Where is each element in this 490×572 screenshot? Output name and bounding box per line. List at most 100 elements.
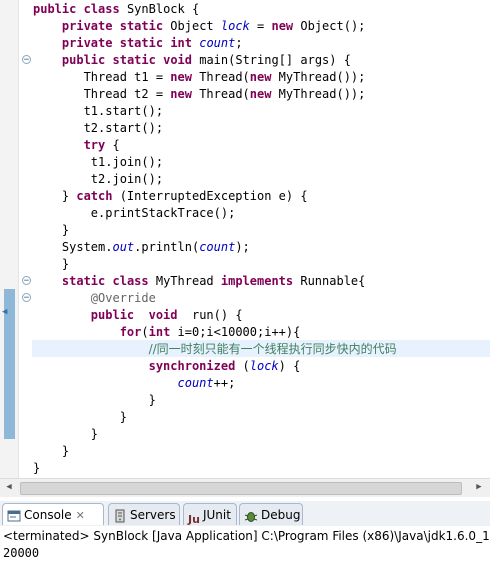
code-text: Thread t2 = — [83, 87, 171, 101]
fold-collapse-icon[interactable]: − — [22, 293, 31, 303]
code-line[interactable]: //同一时刻只能有一个线程执行同步快内的代码 — [33, 341, 397, 358]
code-field: count — [199, 36, 236, 50]
code-text: ) { — [278, 359, 301, 373]
code-keyword: private — [61, 19, 113, 33]
code-line[interactable]: synchronized (lock) { — [33, 358, 301, 375]
code-line[interactable]: static class MyThread implements Runnabl… — [33, 273, 365, 290]
code-text: { — [105, 138, 120, 152]
code-editor[interactable]: ◀ − − − public class SynBlock { private … — [0, 0, 490, 478]
code-line[interactable]: private static Object lock = new Object(… — [33, 18, 366, 35]
close-icon[interactable]: ✕ — [76, 509, 85, 522]
code-line[interactable]: public class SynBlock { — [33, 1, 199, 18]
code-keyword: class — [83, 2, 120, 16]
code-text: } — [33, 461, 41, 475]
code-line[interactable]: } — [33, 409, 127, 426]
code-line[interactable]: t1.join(); — [33, 154, 163, 171]
code-text: t1.start(); — [83, 104, 164, 118]
code-line[interactable]: t1.start(); — [33, 103, 163, 120]
code-line[interactable]: System.out.println(count); — [33, 239, 250, 256]
code-keyword: new — [249, 70, 272, 84]
code-text: } — [61, 444, 70, 458]
code-text: SynBlock { — [119, 2, 200, 16]
code-line[interactable]: e.printStackTrace(); — [33, 205, 236, 222]
code-line[interactable]: } — [33, 222, 69, 239]
current-line-marker-icon: ◀ — [2, 307, 8, 317]
code-line[interactable]: try { — [33, 137, 120, 154]
code-line[interactable]: } — [33, 426, 98, 443]
code-text: i=0;i<10000;i++){ — [170, 325, 301, 339]
code-keyword: new — [170, 87, 192, 101]
code-line[interactable]: } — [33, 460, 40, 477]
code-text: Object — [163, 19, 221, 33]
code-keyword: void — [163, 53, 192, 67]
code-text: main(String[] args) { — [192, 53, 351, 67]
scroll-left-icon[interactable]: ◀ — [2, 481, 16, 494]
fold-collapse-icon[interactable]: − — [22, 276, 31, 286]
code-text: ( — [141, 325, 149, 339]
code-keyword: private — [61, 36, 113, 50]
code-text: Runnable{ — [293, 274, 366, 288]
code-line[interactable]: Thread t2 = new Thread(new MyThread()); — [33, 86, 366, 103]
code-keyword: public — [61, 53, 106, 67]
code-keyword: new — [170, 70, 192, 84]
code-text: e.printStackTrace(); — [90, 206, 236, 220]
code-text: } — [90, 427, 99, 441]
code-field: count — [177, 376, 214, 390]
servers-icon — [113, 509, 127, 523]
code-keyword: static — [61, 274, 106, 288]
code-text: .println( — [134, 240, 200, 254]
code-line[interactable]: for(int i=0;i<10000;i++){ — [33, 324, 301, 341]
code-line[interactable]: t2.join(); — [33, 171, 163, 188]
code-text: } — [61, 257, 70, 271]
code-text: } — [148, 393, 156, 407]
scrollbar-thumb[interactable] — [20, 482, 462, 495]
code-text: } — [61, 223, 70, 237]
tab-debug[interactable]: Debug — [239, 503, 303, 525]
tab-servers[interactable]: Servers — [108, 503, 180, 525]
code-field: out — [112, 240, 135, 254]
code-text: MyThread()); — [271, 87, 366, 101]
code-text: t2.start(); — [83, 121, 164, 135]
code-line[interactable]: } catch (InterruptedException e) { — [33, 188, 308, 205]
code-text: ( — [235, 359, 250, 373]
code-keyword: public — [90, 308, 135, 322]
code-line[interactable]: t2.start(); — [33, 120, 163, 137]
code-text: } — [119, 410, 127, 424]
code-text: t2.join(); — [90, 172, 164, 186]
code-keyword: public — [33, 2, 77, 16]
code-keyword: static — [119, 19, 164, 33]
fold-collapse-icon[interactable]: − — [22, 55, 31, 65]
tab-junit[interactable]: Ju JUnit — [183, 503, 237, 526]
view-tab-bar: Console ✕ Servers Ju JUnit Debug — [0, 501, 490, 527]
horizontal-scrollbar[interactable]: ◀ ▶ — [0, 478, 490, 497]
code-annotation: @Override — [90, 291, 156, 305]
code-comment: //同一时刻只能有一个线程执行同步快内的代码 — [148, 342, 397, 356]
code-text: } — [61, 189, 77, 203]
tab-label: Servers — [130, 508, 176, 522]
code-line[interactable]: count++; — [33, 375, 236, 392]
code-line[interactable]: } — [33, 392, 156, 409]
code-field: lock — [220, 19, 250, 33]
code-line[interactable]: private static int count; — [33, 35, 243, 52]
code-line[interactable]: } — [33, 443, 69, 460]
code-line[interactable]: public static void main(String[] args) { — [33, 52, 351, 69]
debug-icon — [244, 509, 258, 523]
code-field: lock — [249, 359, 279, 373]
tab-label: Console — [24, 508, 72, 522]
code-line[interactable]: public void run() { — [33, 307, 243, 324]
code-text: MyThread — [148, 274, 221, 288]
code-line[interactable]: } — [33, 256, 69, 273]
code-keyword: synchronized — [148, 359, 236, 373]
console-view[interactable]: <terminated> SynBlock [Java Application]… — [0, 526, 490, 572]
code-keyword: void — [148, 308, 178, 322]
code-keyword: implements — [220, 274, 294, 288]
junit-icon: Ju — [188, 512, 200, 526]
code-text: System. — [61, 240, 113, 254]
scroll-right-icon[interactable]: ▶ — [472, 481, 486, 494]
tab-console[interactable]: Console ✕ — [2, 503, 104, 525]
console-icon — [7, 509, 21, 523]
code-field: count — [199, 240, 236, 254]
code-text: Thread t1 = — [83, 70, 171, 84]
code-line[interactable]: @Override — [33, 290, 156, 307]
code-line[interactable]: Thread t1 = new Thread(new MyThread()); — [33, 69, 366, 86]
